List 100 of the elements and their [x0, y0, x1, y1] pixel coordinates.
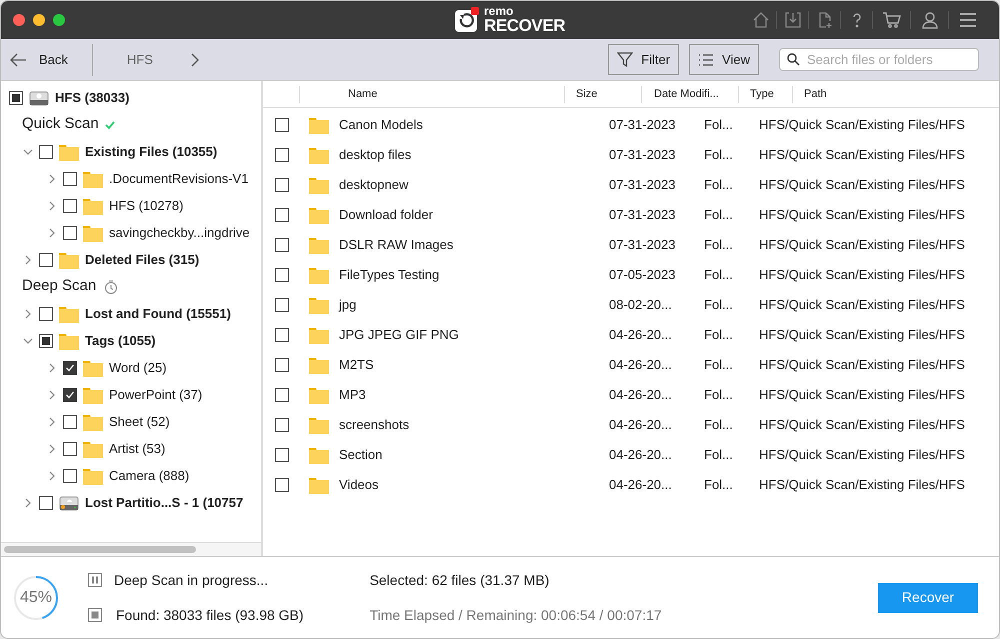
- folder-label[interactable]: Sheet (52): [109, 412, 170, 432]
- drive-icon: [29, 88, 49, 106]
- chevron-right-icon[interactable]: [47, 174, 57, 184]
- logo-icon: [454, 7, 480, 33]
- checkbox[interactable]: [63, 198, 77, 212]
- chevron-right-icon[interactable]: [47, 200, 57, 210]
- folder-label[interactable]: savingcheckby...ingdrive: [109, 222, 250, 242]
- folder-icon: [309, 296, 329, 314]
- folder-label[interactable]: Existing Files (10355): [85, 142, 218, 162]
- checkbox[interactable]: [63, 442, 77, 456]
- type-cell-text: Fol...: [704, 236, 734, 254]
- chevron-right-icon[interactable]: [47, 444, 57, 454]
- path-cell-text: HFS/Quick Scan/Existing Files/HFS: [759, 236, 965, 254]
- folder-label[interactable]: Tags (1055): [85, 330, 156, 350]
- back-button[interactable]: Back: [1, 44, 92, 74]
- zoom-window-button[interactable]: [53, 14, 65, 26]
- chevron-right-icon[interactable]: [23, 254, 33, 264]
- file-name-cell-text: Canon Models: [339, 116, 424, 134]
- pause-icon[interactable]: [88, 573, 102, 587]
- folder-icon: [309, 416, 329, 434]
- breadcrumb-link[interactable]: HFS: [126, 50, 153, 70]
- chevron-down-icon[interactable]: [23, 146, 33, 156]
- folder-icon: [309, 176, 329, 194]
- checkbox[interactable]: [63, 414, 77, 428]
- checkbox[interactable]: [39, 144, 53, 158]
- checkbox[interactable]: [275, 418, 289, 432]
- folder-label[interactable]: Camera (888): [109, 466, 190, 486]
- checkbox[interactable]: [275, 388, 289, 402]
- chevron-right-icon[interactable]: [47, 362, 57, 372]
- file-name-cell-text: M2TS: [339, 356, 375, 374]
- selected-count-text: Selected: 62 files (31.37 MB): [370, 570, 550, 590]
- checkbox[interactable]: [39, 334, 53, 348]
- folder-label[interactable]: PowerPoint (37): [109, 384, 202, 404]
- checkbox[interactable]: [63, 388, 77, 402]
- view-button[interactable]: View: [689, 44, 759, 75]
- folder-label[interactable]: .DocumentRevisions-V1: [109, 168, 248, 188]
- folder-label[interactable]: Artist (53): [109, 438, 166, 458]
- file-name-cell-text: Videos: [339, 476, 380, 494]
- checkbox[interactable]: [63, 172, 77, 186]
- date-cell-text: 07-31-2023: [609, 146, 676, 164]
- chevron-down-icon[interactable]: [23, 336, 33, 346]
- minimize-window-button[interactable]: [33, 14, 45, 26]
- type-cell-text: Fol...: [704, 176, 734, 194]
- file-name-cell-text: desktopnew: [339, 176, 410, 194]
- checkbox[interactable]: [275, 148, 289, 162]
- checkbox[interactable]: [275, 118, 289, 132]
- file-name-cell-text: FileTypes Testing: [339, 266, 440, 284]
- folder-icon: [59, 304, 79, 322]
- stop-icon[interactable]: [88, 608, 102, 622]
- chevron-right-icon[interactable]: [190, 52, 199, 66]
- checkbox[interactable]: [275, 178, 289, 192]
- checkbox[interactable]: [275, 238, 289, 252]
- folder-label[interactable]: Deleted Files (315): [85, 250, 200, 270]
- drive-label[interactable]: HFS (38033): [55, 88, 130, 108]
- type-cell-text: Fol...: [704, 326, 734, 344]
- type-cell-text: Fol...: [704, 116, 734, 134]
- close-window-button[interactable]: [13, 14, 25, 26]
- scrollbar-thumb[interactable]: [4, 546, 196, 553]
- checkbox[interactable]: [39, 306, 53, 320]
- checkbox[interactable]: [63, 468, 77, 482]
- checkbox[interactable]: [9, 90, 23, 104]
- date-cell-text: 07-31-2023: [609, 236, 676, 254]
- folder-icon: [309, 116, 329, 134]
- chevron-right-icon[interactable]: [23, 498, 33, 508]
- date-cell-text: 04-26-20...: [609, 356, 673, 374]
- column-header[interactable]: Path: [792, 86, 999, 102]
- column-header[interactable]: Date Modifi...: [641, 86, 738, 102]
- checkbox[interactable]: [275, 478, 289, 492]
- filter-button[interactable]: Filter: [608, 44, 680, 75]
- chevron-right-icon[interactable]: [47, 470, 57, 480]
- drive-label[interactable]: Lost Partitio...S - 1 (10757: [85, 492, 244, 512]
- folder-label[interactable]: Word (25): [109, 358, 167, 378]
- section-label: Quick Scan: [22, 114, 99, 134]
- checkbox[interactable]: [275, 358, 289, 372]
- checkbox[interactable]: [275, 448, 289, 462]
- checkbox[interactable]: [63, 226, 77, 240]
- column-header[interactable]: Name: [299, 86, 564, 102]
- folder-icon: [309, 326, 329, 344]
- column-header[interactable]: Size: [564, 86, 641, 102]
- search-field[interactable]: Search files or folders: [779, 48, 979, 70]
- chevron-right-icon[interactable]: [23, 308, 33, 318]
- checkbox[interactable]: [63, 360, 77, 374]
- path-cell-text: HFS/Quick Scan/Existing Files/HFS: [759, 116, 965, 134]
- path-cell-text: HFS/Quick Scan/Existing Files/HFS: [759, 146, 965, 164]
- checkbox[interactable]: [39, 496, 53, 510]
- folder-icon: [83, 196, 103, 214]
- checkbox[interactable]: [275, 298, 289, 312]
- drive-icon: [59, 494, 79, 512]
- checkbox[interactable]: [275, 328, 289, 342]
- chevron-right-icon[interactable]: [47, 228, 57, 238]
- column-header[interactable]: Type: [738, 86, 792, 102]
- chevron-right-icon[interactable]: [47, 416, 57, 426]
- folder-label[interactable]: Lost and Found (15551): [85, 304, 231, 324]
- checkbox[interactable]: [39, 252, 53, 266]
- file-name-cell-text: JPG JPEG GIF PNG: [339, 326, 460, 344]
- checkbox[interactable]: [275, 208, 289, 222]
- chevron-right-icon[interactable]: [47, 390, 57, 400]
- logo-text: remo: [484, 6, 514, 17]
- checkbox[interactable]: [275, 268, 289, 282]
- folder-label[interactable]: HFS (10278): [109, 196, 184, 216]
